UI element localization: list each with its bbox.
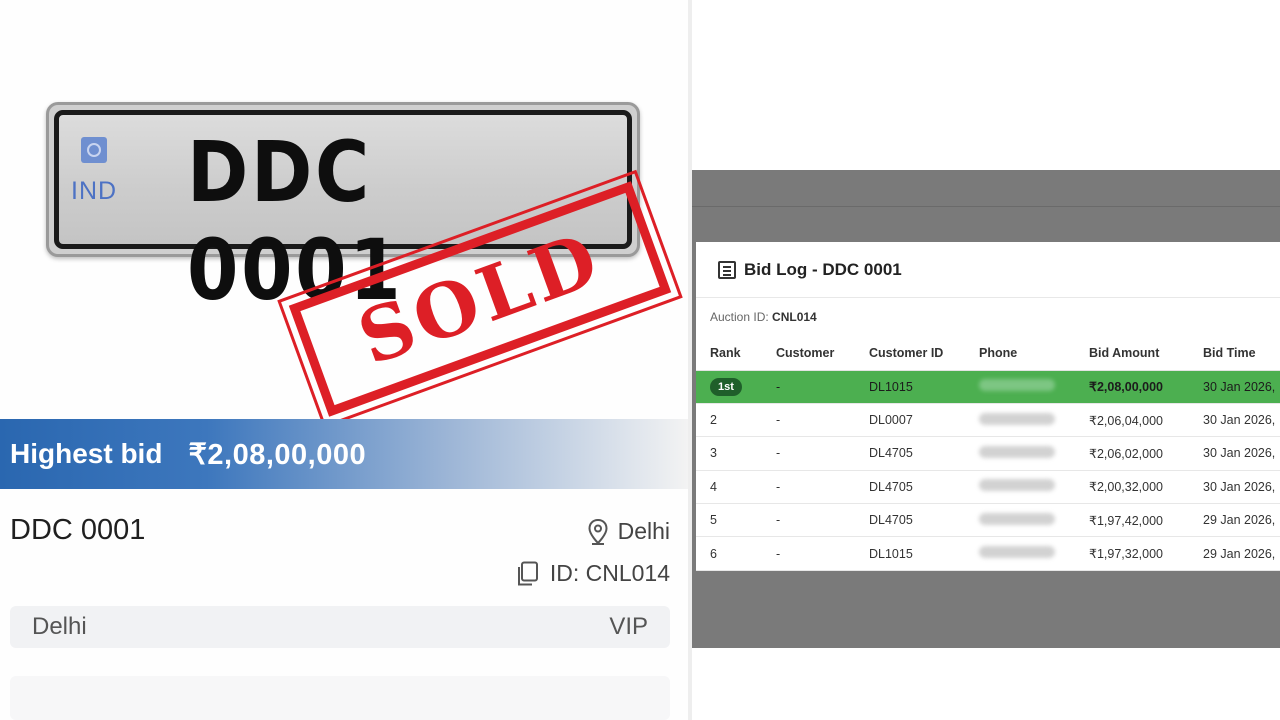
col-phone: Phone <box>979 336 1089 371</box>
listing-tags-bar: Delhi VIP <box>10 606 670 648</box>
rank-cell: 5 <box>696 503 776 538</box>
bid-amount-cell: ₹1,97,32,000 <box>1089 536 1203 571</box>
phone-redacted <box>979 479 1055 492</box>
plate-hologram-icon <box>81 137 107 163</box>
location-row: Delhi <box>588 518 670 545</box>
phone-redacted <box>979 512 1055 525</box>
table-row[interactable]: 6 - DL1015 ₹1,97,32,000 29 Jan 2026, <box>696 536 1280 571</box>
bid-table: Rank Customer Customer ID Phone Bid Amou… <box>696 336 1280 571</box>
phone-redacted <box>979 412 1055 425</box>
bid-time-cell: 30 Jan 2026, <box>1203 403 1280 438</box>
auction-id-value: CNL014 <box>772 310 817 324</box>
phone-redacted <box>979 379 1055 392</box>
bid-time-cell: 30 Jan 2026, <box>1203 470 1280 505</box>
tag-category: VIP <box>609 613 648 640</box>
bid-time-cell: 30 Jan 2026, <box>1203 436 1280 471</box>
customer-id-cell: DL4705 <box>869 436 979 471</box>
col-bid-amount: Bid Amount <box>1089 336 1203 371</box>
bid-time-cell: 29 Jan 2026, <box>1203 503 1280 538</box>
table-header-row: Rank Customer Customer ID Phone Bid Amou… <box>696 336 1280 371</box>
rank-cell: 4 <box>696 470 776 505</box>
col-bid-time: Bid Time <box>1203 336 1280 371</box>
list-icon <box>718 260 736 279</box>
location-text: Delhi <box>617 518 670 544</box>
listing-title: DDC 0001 <box>10 514 146 546</box>
bid-time-cell: 29 Jan 2026, <box>1203 536 1280 571</box>
bid-amount-cell: ₹2,06,02,000 <box>1089 436 1203 471</box>
backdrop-divider <box>692 206 1280 207</box>
col-customer-id: Customer ID <box>869 336 979 371</box>
listing-id-row[interactable]: ID: CNL014 <box>516 560 670 587</box>
customer-cell: - <box>776 436 869 471</box>
table-row[interactable]: 3 - DL4705 ₹2,06,02,000 30 Jan 2026, <box>696 436 1280 471</box>
customer-cell: - <box>776 470 869 505</box>
bid-amount-cell: ₹2,00,32,000 <box>1089 470 1203 505</box>
placeholder-bar <box>10 676 670 720</box>
table-row[interactable]: 5 - DL4705 ₹1,97,42,000 29 Jan 2026, <box>696 503 1280 538</box>
bid-amount-cell: ₹2,06,04,000 <box>1089 403 1203 438</box>
auction-id-row: Auction ID: CNL014 <box>710 310 817 324</box>
customer-id-cell: DL4705 <box>869 470 979 505</box>
customer-id-cell: DL1015 <box>869 370 979 404</box>
customer-cell: - <box>776 370 869 404</box>
customer-id-cell: DL4705 <box>869 503 979 538</box>
modal-header: Bid Log - DDC 0001 <box>696 242 1280 298</box>
col-rank: Rank <box>696 336 776 371</box>
bid-time-cell: 30 Jan 2026, <box>1203 370 1280 404</box>
customer-id-cell: DL1015 <box>869 536 979 571</box>
bid-log-panel: Bid Log - DDC 0001 Auction ID: CNL014 Ra… <box>692 0 1280 720</box>
auction-id-label: Auction ID: <box>710 310 769 324</box>
customer-cell: - <box>776 403 869 438</box>
rank-cell: 3 <box>696 436 776 471</box>
bid-amount-cell: ₹2,08,00,000 <box>1089 370 1203 404</box>
highest-bid-banner: Highest bid ₹2,08,00,000 <box>0 419 688 489</box>
highest-bid-label: Highest bid <box>10 438 163 469</box>
table-row[interactable]: 4 - DL4705 ₹2,00,32,000 30 Jan 2026, <box>696 470 1280 505</box>
bid-log-modal: Bid Log - DDC 0001 Auction ID: CNL014 Ra… <box>696 242 1280 571</box>
location-pin-icon <box>588 518 608 545</box>
customer-id-cell: DL0007 <box>869 403 979 438</box>
customer-cell: - <box>776 503 869 538</box>
copy-id-icon[interactable] <box>516 561 540 587</box>
col-customer: Customer <box>776 336 869 371</box>
table-row[interactable]: 2 - DL0007 ₹2,06,04,000 30 Jan 2026, <box>696 403 1280 438</box>
tag-city: Delhi <box>32 613 87 640</box>
listing-panel: IND DDC 0001 SOLD Highest bid ₹2,08,00,0… <box>0 0 688 720</box>
modal-title: Bid Log - DDC 0001 <box>744 259 902 279</box>
rank-cell: 6 <box>696 536 776 571</box>
rank-badge: 1st <box>710 377 742 396</box>
plate-country-code: IND <box>71 177 118 205</box>
rank-cell: 2 <box>696 403 776 438</box>
bid-amount-cell: ₹1,97,42,000 <box>1089 503 1203 538</box>
customer-cell: - <box>776 536 869 571</box>
phone-redacted <box>979 546 1055 559</box>
phone-redacted <box>979 445 1055 458</box>
listing-id-text: ID: CNL014 <box>549 560 670 586</box>
table-row[interactable]: 1st - DL1015 ₹2,08,00,000 30 Jan 2026, <box>696 370 1280 404</box>
highest-bid-value: ₹2,08,00,000 <box>188 438 367 471</box>
